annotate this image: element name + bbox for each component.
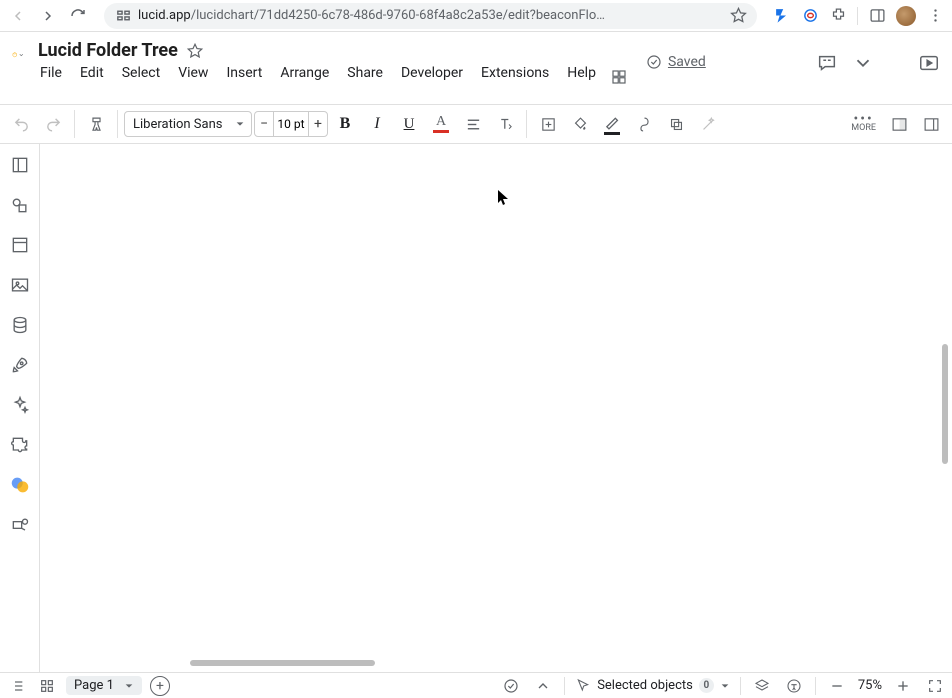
bold-button[interactable]: B <box>330 109 360 139</box>
comments-icon[interactable] <box>816 52 838 74</box>
favorite-star-icon[interactable] <box>186 42 204 60</box>
address-bar[interactable]: lucid.app/lucidchart/71dd4250-6c78-486d-… <box>104 3 757 29</box>
accessibility-icon[interactable] <box>783 675 805 697</box>
team-panel-icon[interactable] <box>7 512 33 538</box>
menu-developer[interactable]: Developer <box>399 63 465 83</box>
zoom-out-button[interactable] <box>826 675 848 697</box>
underline-button[interactable]: U <box>394 109 424 139</box>
fill-color-button[interactable] <box>565 109 595 139</box>
page-tab[interactable]: Page 1 <box>66 676 142 695</box>
font-family-select[interactable]: Liberation Sans <box>124 111 252 137</box>
chevron-down-icon <box>720 681 730 691</box>
menu-view[interactable]: View <box>176 63 210 83</box>
menu-file[interactable]: File <box>38 63 64 83</box>
collapse-header-icon[interactable] <box>852 52 874 74</box>
selected-objects-count: 0 <box>699 678 714 693</box>
font-size-decrease[interactable]: − <box>255 112 273 136</box>
reload-button[interactable] <box>68 6 88 26</box>
image-panel-icon[interactable] <box>7 272 33 298</box>
zoom-in-button[interactable] <box>892 675 914 697</box>
extension-icon-2[interactable] <box>801 7 819 25</box>
extensions-puzzle-icon[interactable] <box>829 7 847 25</box>
magic-button[interactable] <box>693 109 723 139</box>
left-sidebar <box>0 144 40 672</box>
forward-button[interactable] <box>38 6 58 26</box>
italic-button[interactable]: I <box>362 109 392 139</box>
formatting-toolbar: Liberation Sans − 10 pt + B I U A ••• MO… <box>0 104 952 144</box>
shape-insert-button[interactable] <box>533 109 563 139</box>
shapes-panel-icon[interactable] <box>7 152 33 178</box>
menu-extensions[interactable]: Extensions <box>479 63 551 83</box>
save-status: Saved <box>646 40 706 70</box>
bottom-bar: Page 1 + Selected objects 0 75% <box>0 672 952 698</box>
fullscreen-button[interactable] <box>924 675 946 697</box>
data-panel-icon[interactable] <box>7 312 33 338</box>
cursor-icon <box>498 190 510 206</box>
shape-style-button[interactable] <box>661 109 691 139</box>
profile-avatar[interactable] <box>896 6 916 26</box>
plugins-panel-icon[interactable] <box>7 432 33 458</box>
undo-button[interactable] <box>6 109 36 139</box>
chrome-menu-icon[interactable] <box>926 7 944 25</box>
menu-marketplace-icon[interactable] <box>610 40 628 86</box>
line-color-button[interactable] <box>597 109 627 139</box>
lucid-apps-icon[interactable] <box>7 472 33 498</box>
toolbar-more-button[interactable]: ••• MORE <box>851 115 876 133</box>
document-title[interactable]: Lucid Folder Tree <box>38 40 178 61</box>
app-logo[interactable] <box>12 50 24 60</box>
extension-icon-1[interactable] <box>773 7 791 25</box>
selected-objects-button[interactable]: Selected objects 0 <box>575 678 730 694</box>
collapse-up-icon[interactable] <box>532 675 554 697</box>
browser-bar: lucid.app/lucidchart/71dd4250-6c78-486d-… <box>0 0 952 32</box>
status-ok-icon[interactable] <box>500 675 522 697</box>
cursor-select-icon <box>575 678 591 694</box>
horizontal-scrollbar[interactable] <box>140 660 572 666</box>
cloud-saved-icon <box>646 54 662 70</box>
menu-bar: File Edit Select View Insert Arrange Sha… <box>38 63 598 83</box>
saved-label[interactable]: Saved <box>668 54 706 70</box>
vertical-scrollbar[interactable] <box>942 344 948 612</box>
font-size-value[interactable]: 10 pt <box>273 112 309 136</box>
page-tab-label: Page 1 <box>74 678 114 693</box>
redo-button[interactable] <box>38 109 68 139</box>
add-page-button[interactable]: + <box>150 676 170 696</box>
menu-help[interactable]: Help <box>565 63 598 83</box>
rocket-panel-icon[interactable] <box>7 352 33 378</box>
side-panel-icon[interactable] <box>868 7 886 25</box>
text-color-button[interactable]: A <box>426 109 456 139</box>
grid-view-icon[interactable] <box>36 675 58 697</box>
outline-view-icon[interactable] <box>6 675 28 697</box>
frames-panel-icon[interactable] <box>7 232 33 258</box>
menu-edit[interactable]: Edit <box>78 63 106 83</box>
right-panel-toggle-1[interactable] <box>884 109 914 139</box>
line-style-button[interactable] <box>629 109 659 139</box>
layers-icon[interactable] <box>751 675 773 697</box>
canvas-area[interactable] <box>40 144 952 672</box>
text-options-button[interactable] <box>490 109 520 139</box>
back-button[interactable] <box>8 6 28 26</box>
menu-arrange[interactable]: Arrange <box>278 63 331 83</box>
font-size-increase[interactable]: + <box>309 112 327 136</box>
site-settings-icon[interactable] <box>114 7 132 25</box>
right-panel-toggle-2[interactable] <box>916 109 946 139</box>
app-header: Lucid Folder Tree File Edit Select View … <box>0 32 952 104</box>
ai-panel-icon[interactable] <box>7 392 33 418</box>
format-painter-button[interactable] <box>81 109 111 139</box>
url-text: lucid.app/lucidchart/71dd4250-6c78-486d-… <box>138 8 723 23</box>
bookmark-star-icon[interactable] <box>729 7 747 25</box>
text-align-button[interactable] <box>458 109 488 139</box>
containers-panel-icon[interactable] <box>7 192 33 218</box>
menu-insert[interactable]: Insert <box>224 63 264 83</box>
selected-objects-label: Selected objects <box>597 678 693 693</box>
menu-select[interactable]: Select <box>120 63 162 83</box>
font-size-stepper: − 10 pt + <box>254 111 328 137</box>
chrome-separator <box>857 7 858 25</box>
present-icon[interactable] <box>918 52 940 74</box>
zoom-level[interactable]: 75% <box>858 678 882 693</box>
menu-share[interactable]: Share <box>345 63 385 83</box>
page-tab-dropdown-icon <box>124 681 134 691</box>
